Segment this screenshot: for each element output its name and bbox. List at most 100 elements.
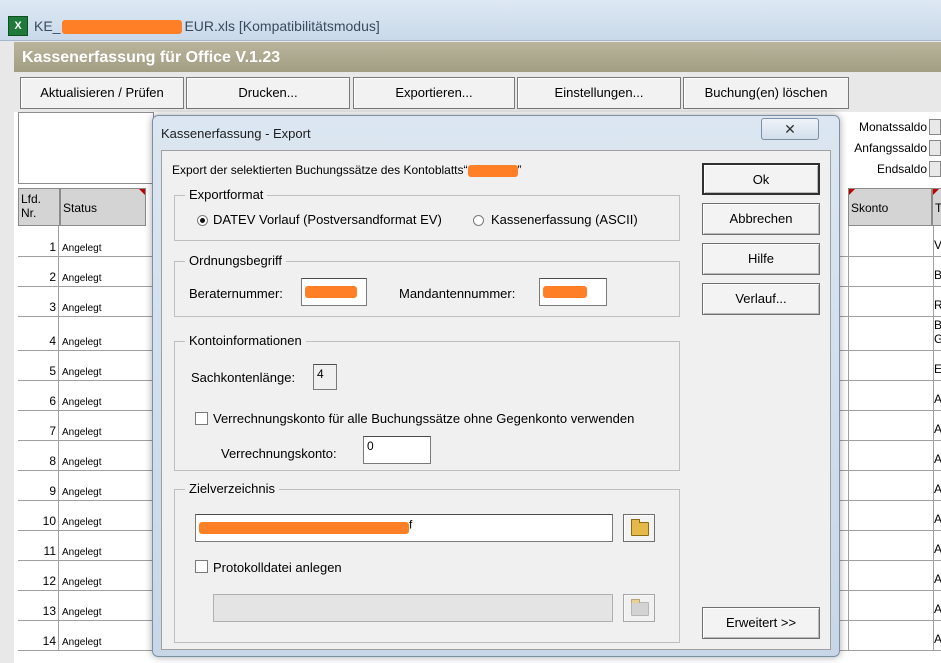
- row-status: Angelegt: [62, 337, 102, 348]
- row-skonto[interactable]: [848, 410, 934, 440]
- endsaldo-value[interactable]: [929, 161, 941, 177]
- settings-button[interactable]: Einstellungen...: [517, 77, 681, 109]
- row-status: Angelegt: [62, 427, 102, 438]
- row-skonto[interactable]: [848, 350, 934, 380]
- row-t: V: [934, 238, 941, 252]
- redacted-mandantennummer: [543, 286, 587, 298]
- browse-protokoll-button[interactable]: [623, 594, 655, 622]
- row-t: R: [934, 298, 941, 312]
- export-button[interactable]: Exportieren...: [353, 77, 515, 109]
- intro-label: Export der selektierten Buchungssätze de…: [172, 163, 464, 177]
- row-t: B G: [934, 318, 941, 346]
- row-t: B: [934, 268, 941, 282]
- protokolldatei-input[interactable]: [213, 594, 613, 622]
- row-number: 9: [18, 470, 59, 500]
- excel-file-icon: X: [8, 16, 28, 36]
- zielverzeichnis-group: Zielverzeichnis f Protokolldatei anlegen: [174, 481, 680, 643]
- row-t: A: [934, 392, 941, 406]
- row-skonto[interactable]: [848, 500, 934, 530]
- comment-marker-icon: [849, 189, 855, 195]
- row-number: 8: [18, 440, 59, 470]
- toolbar: Aktualisieren / Prüfen Drucken... Export…: [14, 74, 941, 110]
- row-number: 4: [18, 316, 59, 350]
- dialog-intro-text: Export der selektierten Buchungssätze de…: [172, 163, 522, 177]
- redacted-filename: [62, 20, 183, 35]
- row-skonto[interactable]: [848, 590, 934, 620]
- sachkontenlaenge-input[interactable]: 4: [313, 364, 337, 390]
- verrechnungskonto-checkbox[interactable]: [195, 412, 208, 425]
- beraternummer-input[interactable]: [301, 278, 367, 306]
- title-suffix: EUR.xls [Kompatibilitätsmodus]: [184, 18, 380, 34]
- redacted-beraternummer: [305, 286, 357, 298]
- row-status: Angelegt: [62, 243, 102, 254]
- redacted-kontoblatt: [467, 164, 518, 177]
- monatssaldo-label: Monatssaldo: [858, 120, 927, 134]
- datev-radio[interactable]: [197, 215, 208, 226]
- skonto-header-label: Skonto: [851, 201, 889, 215]
- folder-disabled-icon: [631, 599, 649, 616]
- mandantennummer-input[interactable]: [539, 278, 607, 306]
- delete-bookings-button[interactable]: Buchung(en) löschen: [683, 77, 849, 109]
- zielverzeichnis-input[interactable]: f: [195, 514, 613, 542]
- mandantennummer-label: Mandantennummer:: [399, 286, 516, 301]
- row-skonto[interactable]: [848, 560, 934, 590]
- row-status: Angelegt: [62, 367, 102, 378]
- path-tail: f: [409, 517, 413, 532]
- comment-marker-icon: [139, 189, 145, 195]
- dialog-close-button[interactable]: ✕: [761, 118, 819, 140]
- row-number: 14: [18, 620, 59, 650]
- row-status: Angelegt: [62, 517, 102, 528]
- protokolldatei-checkbox[interactable]: [195, 560, 208, 573]
- print-button[interactable]: Drucken...: [186, 77, 350, 109]
- row-number: 11: [18, 530, 59, 560]
- row-t: A: [934, 512, 941, 526]
- window-title-bar: X KE_ EUR.xls [Kompatibilitätsmodus]: [0, 0, 941, 41]
- dialog-title: Kassenerfassung - Export: [161, 126, 311, 141]
- row-skonto[interactable]: [848, 256, 934, 286]
- ordnungsbegriff-group: Ordnungsbegriff Beraternummer: Mandanten…: [174, 253, 680, 317]
- row-skonto[interactable]: [848, 440, 934, 470]
- row-number: 2: [18, 256, 59, 286]
- abbrechen-button[interactable]: Abbrechen: [702, 203, 820, 235]
- ascii-radio[interactable]: [473, 215, 484, 226]
- verrechnungskonto-checkbox-label[interactable]: Verrechnungskonto für alle Buchungssätze…: [213, 411, 634, 426]
- kontoinformationen-legend: Kontoinformationen: [185, 333, 306, 348]
- browse-folder-button[interactable]: [623, 514, 655, 542]
- column-header-t[interactable]: T: [932, 188, 941, 226]
- row-number: 12: [18, 560, 59, 590]
- row-t: A: [934, 632, 941, 646]
- row-skonto[interactable]: [848, 316, 934, 350]
- ascii-label[interactable]: Kassenerfassung (ASCII): [491, 212, 638, 227]
- row-number: 7: [18, 410, 59, 440]
- row-skonto[interactable]: [848, 470, 934, 500]
- verrechnungskonto-input[interactable]: 0: [363, 436, 431, 464]
- row-skonto[interactable]: [848, 620, 934, 650]
- window-title: KE_ EUR.xls [Kompatibilitätsmodus]: [34, 18, 380, 35]
- row-skonto[interactable]: [848, 286, 934, 316]
- row-skonto[interactable]: [848, 226, 934, 256]
- row-t: A: [934, 482, 941, 496]
- ok-button[interactable]: Ok: [702, 163, 820, 195]
- redacted-path: [199, 522, 409, 534]
- erweitert-button[interactable]: Erweitert >>: [702, 607, 820, 639]
- anfangssaldo-value[interactable]: [929, 140, 941, 156]
- comment-marker-icon: [933, 189, 939, 195]
- protokolldatei-label[interactable]: Protokolldatei anlegen: [213, 560, 342, 575]
- row-skonto[interactable]: [848, 380, 934, 410]
- row-status: Angelegt: [62, 607, 102, 618]
- row-number: 5: [18, 350, 59, 380]
- row-t: A: [934, 572, 941, 586]
- export-dialog: Kassenerfassung - Export ✕ Export der se…: [152, 115, 840, 657]
- column-header-skonto[interactable]: Skonto: [848, 188, 932, 226]
- datev-label[interactable]: DATEV Vorlauf (Postversandformat EV): [213, 212, 442, 227]
- hilfe-button[interactable]: Hilfe: [702, 243, 820, 275]
- zielverzeichnis-legend: Zielverzeichnis: [185, 481, 279, 496]
- row-number: 3: [18, 286, 59, 316]
- column-header-nr[interactable]: Lfd. Nr.: [18, 188, 60, 226]
- monatssaldo-value[interactable]: [929, 119, 941, 135]
- verlauf-button[interactable]: Verlauf...: [702, 283, 820, 315]
- status-header-label: Status: [63, 201, 98, 215]
- row-skonto[interactable]: [848, 530, 934, 560]
- refresh-check-button[interactable]: Aktualisieren / Prüfen: [20, 77, 184, 109]
- column-header-status[interactable]: Status: [60, 188, 146, 226]
